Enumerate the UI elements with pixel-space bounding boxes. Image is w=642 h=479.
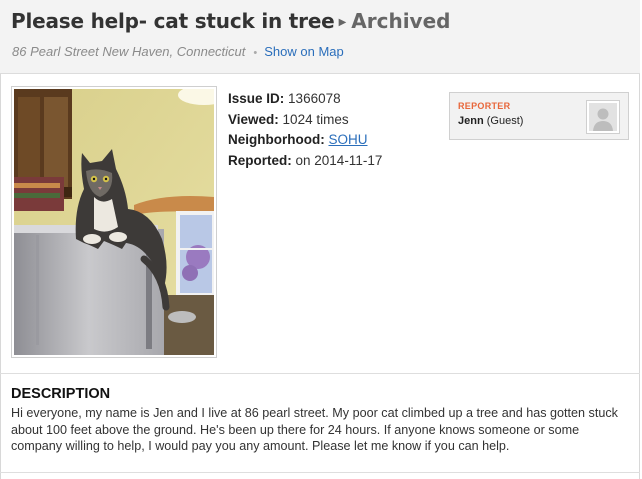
avatar[interactable] — [586, 100, 620, 134]
issue-id-value: 1366078 — [288, 91, 341, 106]
viewed-row: Viewed: 1024 times — [228, 110, 382, 131]
reporter-name: Jenn — [458, 115, 484, 127]
neighborhood-row: Neighborhood: SOHU — [228, 130, 382, 151]
neighborhood-link[interactable]: SOHU — [329, 132, 368, 147]
bottom-divider — [0, 472, 640, 473]
triangle-right-icon: ▶ — [338, 17, 347, 28]
viewed-value: 1024 times — [282, 111, 349, 127]
issue-id-row: Issue ID: 1366078 — [228, 89, 382, 110]
reporter-card: REPORTER Jenn (Guest) — [449, 92, 629, 140]
address-row: 86 Pearl Street New Haven, Connecticut • S… — [12, 44, 344, 59]
reporter-heading: REPORTER — [458, 101, 511, 111]
reporter-name-line: Jenn (Guest) — [458, 115, 523, 127]
issue-details: Issue ID: 1366078 Viewed: 1024 times Nei… — [228, 89, 382, 171]
issue-header: Please help- cat stuck in tree ▶ Archived … — [0, 0, 640, 74]
issue-photo[interactable] — [11, 86, 217, 358]
section-divider — [0, 373, 640, 374]
reported-value: on 2014-11-17 — [295, 152, 383, 168]
issue-address: 86 Pearl Street New Haven, Connecticut — [12, 44, 246, 59]
issue-status: Archived — [351, 9, 451, 33]
cat-photo-image — [14, 89, 214, 355]
reporter-role: (Guest) — [486, 115, 524, 127]
show-on-map-link[interactable]: Show on Map — [264, 44, 344, 59]
neighborhood-label: Neighborhood: — [228, 132, 325, 147]
reported-label: Reported: — [228, 152, 292, 168]
viewed-label: Viewed: — [228, 111, 279, 127]
title-row: Please help- cat stuck in tree ▶ Archived — [11, 9, 450, 33]
reported-row: Reported: on 2014-11-17 — [228, 151, 382, 172]
issue-id-label: Issue ID: — [228, 91, 285, 106]
description-body: Hi everyone, my name is Jen and I live a… — [11, 406, 618, 453]
separator-dot-icon: • — [253, 47, 258, 59]
issue-title: Please help- cat stuck in tree — [11, 9, 335, 33]
user-silhouette-icon — [589, 103, 617, 131]
description-heading: DESCRIPTION — [11, 386, 111, 402]
